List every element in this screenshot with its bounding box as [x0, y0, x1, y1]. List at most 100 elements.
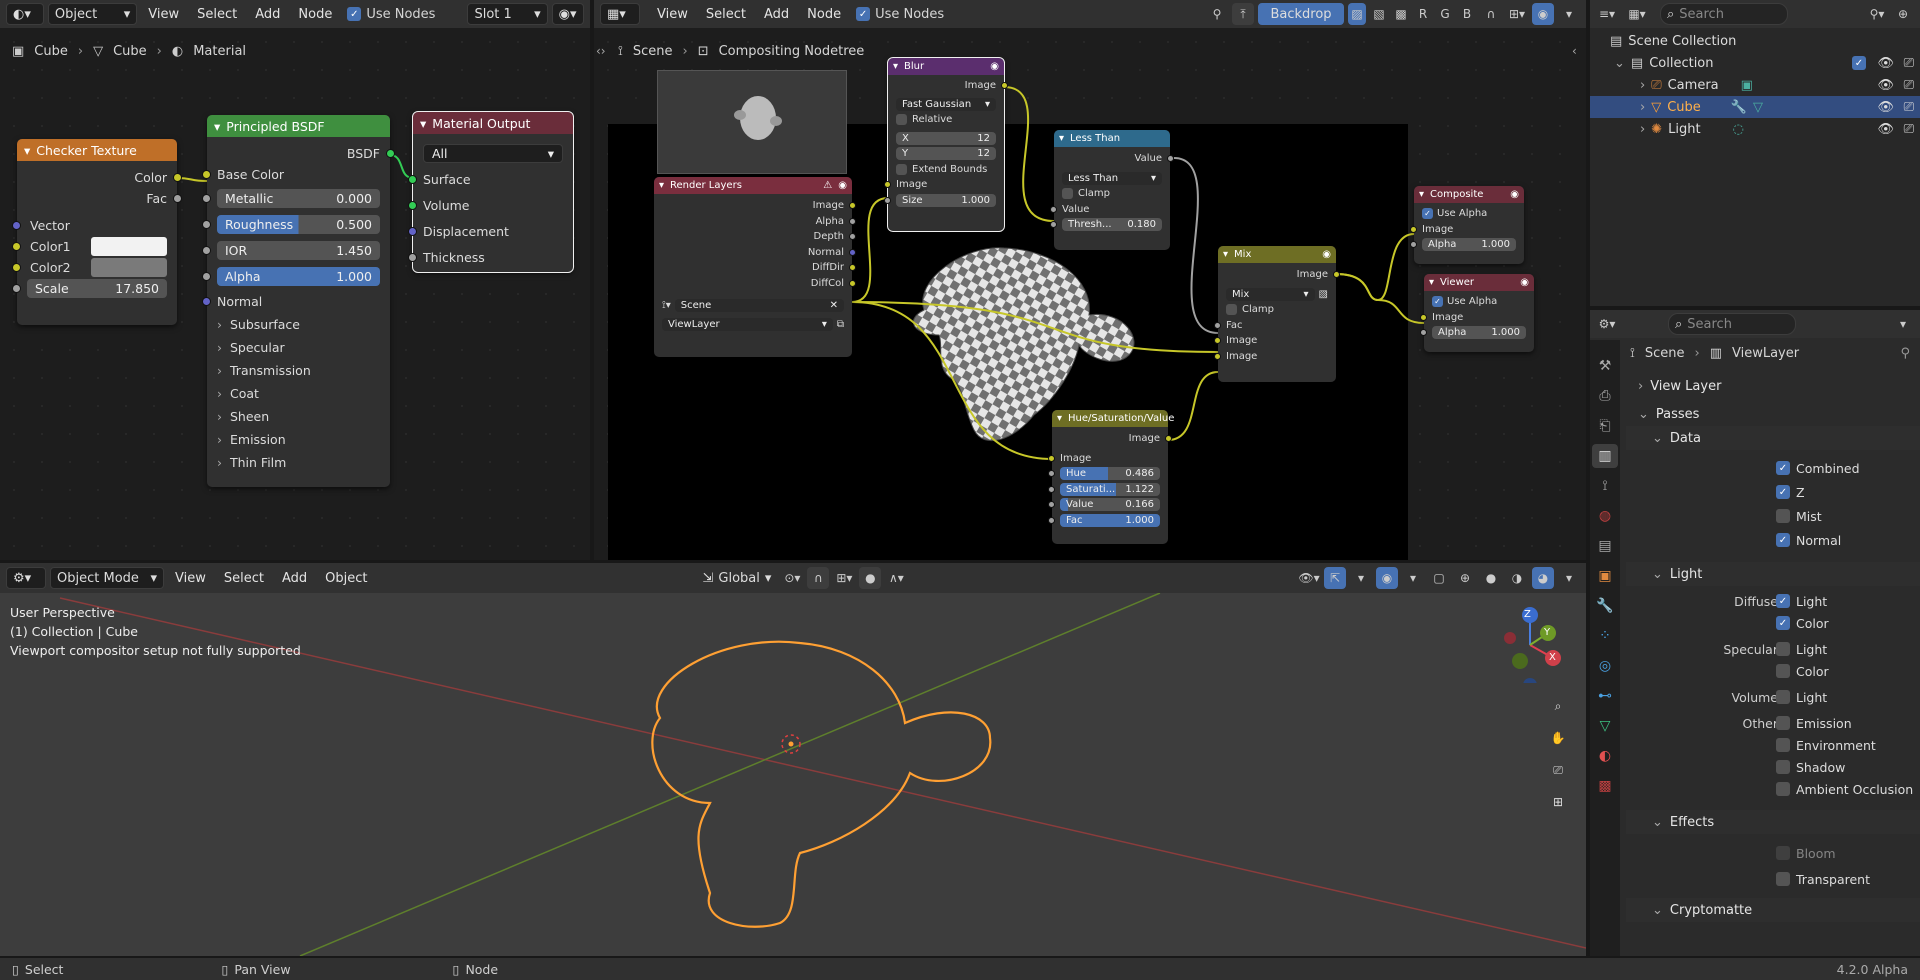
proportional-edit-icon[interactable]: ● [859, 567, 882, 589]
eye-icon[interactable]: 👁 [1877, 122, 1894, 137]
render-tab-icon[interactable]: ⎙ [1592, 384, 1618, 408]
eye-icon[interactable]: 👁 [1877, 78, 1894, 93]
outliner[interactable]: ≡▾ ▦▾ ⌕ Search ⚲▾ ⊕ ▤ Scene Collection ⌄ ▤ C… [1590, 0, 1920, 306]
options-dropdown-icon[interactable]: ▾ [1892, 313, 1914, 335]
extend-bounds-checkbox[interactable]: Extend Bounds [888, 162, 1004, 178]
render-icon[interactable]: ◉ [1322, 249, 1331, 260]
input-socket[interactable] [408, 174, 417, 184]
threshold-field[interactable]: Thresh... 0.180 [1062, 218, 1162, 232]
principled-bsdf-node[interactable]: ▾ Principled BSDF BSDF Base Color Metalli… [202, 115, 395, 487]
metallic-field[interactable]: Metallic 0.000 [217, 188, 380, 208]
output-socket[interactable] [386, 149, 395, 158]
shading-wireframe-icon[interactable]: ⊕ [1454, 567, 1476, 589]
menu-add[interactable]: Add [275, 568, 314, 589]
zoom-icon[interactable]: ⌕ [1545, 693, 1571, 719]
pass-mist-checkbox[interactable]: Mist [1626, 504, 1920, 528]
transparent-checkbox[interactable]: Transparent [1626, 866, 1920, 892]
camera-icon[interactable]: ⎚ [1904, 78, 1914, 93]
shadow-checkbox[interactable]: Shadow [1626, 756, 1920, 778]
input-socket[interactable] [1420, 313, 1427, 321]
falloff-icon[interactable]: ∧▾ [885, 567, 907, 589]
panel-transmission[interactable]: › Transmission [207, 359, 390, 382]
input-socket[interactable] [202, 193, 211, 203]
compositor-editor[interactable]: ▦▾ View Select Add Node ✓ Use Nodes ⚲ ⤒ B… [594, 0, 1586, 560]
output-socket[interactable] [849, 217, 856, 225]
subpanel-effects[interactable]: ⌄ Effects [1626, 810, 1920, 834]
output-socket[interactable] [849, 248, 856, 256]
snap-increment-icon[interactable]: ⊞▾ [833, 567, 855, 589]
blur-node[interactable]: ▾ Blur ◉ Image Fast Gaussian ▾ Relative X 12… [884, 57, 1008, 232]
input-socket[interactable] [202, 245, 211, 255]
ior-field[interactable]: IOR 1.450 [217, 240, 380, 260]
gizmo-dropdown-icon[interactable]: ▾ [1350, 567, 1372, 589]
panel-coat[interactable]: › Coat [207, 382, 390, 405]
panel-passes[interactable]: ⌄ Passes [1626, 402, 1920, 426]
grid-icon[interactable]: ⊞ [1545, 789, 1571, 815]
pan-hand-icon[interactable]: ✋ [1545, 725, 1571, 751]
outliner-scene-collection[interactable]: ▤ Scene Collection [1590, 30, 1920, 52]
subpanel-data[interactable]: ⌄ Data [1626, 426, 1920, 450]
panel-sheen[interactable]: › Sheen [207, 405, 390, 428]
subpanel-cryptomatte[interactable]: ⌄ Cryptomatte [1626, 898, 1920, 922]
render-icon[interactable]: ◉ [1520, 277, 1529, 288]
menu-select[interactable]: Select [217, 568, 271, 589]
shading-material-icon[interactable]: ◑ [1506, 567, 1528, 589]
outliner-item-camera[interactable]: › ⎚ Camera ▣ 👁 ⎚ [1590, 74, 1920, 96]
input-socket[interactable] [1050, 221, 1057, 229]
input-socket[interactable] [1048, 501, 1055, 509]
search-input[interactable]: ⌕ Search [1660, 3, 1788, 25]
relative-checkbox[interactable]: Relative [888, 112, 1004, 128]
emission-checkbox[interactable]: Other Emission [1626, 712, 1920, 734]
overlays-dropdown-icon[interactable]: ▾ [1402, 567, 1424, 589]
blur-size-field[interactable]: Size 1.000 [896, 193, 996, 207]
input-socket[interactable] [202, 296, 211, 306]
shading-dropdown-icon[interactable]: ▾ [1558, 567, 1580, 589]
input-socket[interactable] [1410, 225, 1417, 233]
gizmo-icon[interactable]: ⇱ [1324, 567, 1346, 589]
search-input[interactable]: ⌕ Search [1668, 313, 1796, 335]
input-socket[interactable] [12, 221, 21, 230]
snap-icon[interactable]: ∩ [807, 567, 830, 589]
input-socket[interactable] [1214, 337, 1221, 345]
tool-tab-icon[interactable]: ⚒ [1592, 354, 1618, 378]
specular-light-checkbox[interactable]: Specular Light [1626, 638, 1920, 660]
alpha-field[interactable]: Alpha 1.000 [1432, 326, 1526, 340]
properties-editor[interactable]: ⚙▾ ⌕ Search ▾ ⚒ ⎙ ⎗ ▥ ⟟ ◍ ▤ ▣ 🔧 ⁘ ◎ ⊷ ▽ ◐… [1590, 310, 1920, 956]
shader-editor[interactable]: ◐▾ Object ▾ View Select Add Node ✓ Use Nod… [0, 0, 590, 560]
output-tab-icon[interactable]: ⎗ [1592, 414, 1618, 438]
input-socket[interactable] [12, 242, 21, 251]
editor-type-button[interactable]: ≡▾ [1596, 3, 1618, 25]
texture-tab-icon[interactable]: ▩ [1592, 774, 1618, 798]
alpha-field[interactable]: Alpha 1.000 [217, 266, 380, 286]
operation-select[interactable]: Less Than ▾ [1062, 171, 1162, 185]
input-socket[interactable] [1214, 352, 1221, 360]
panel-emission[interactable]: › Emission [207, 428, 390, 451]
panel-subsurface[interactable]: › Subsurface [207, 313, 390, 336]
blend-mode-select[interactable]: Mix ▾ [1226, 287, 1315, 301]
outliner-item-light[interactable]: › ✺ Light ◌ 👁 ⎚ [1590, 118, 1920, 140]
scene-tab-icon[interactable]: ⟟ [1592, 474, 1618, 498]
output-socket[interactable] [173, 173, 182, 182]
editor-type-button[interactable]: ⚙▾ [6, 567, 46, 589]
output-socket[interactable] [849, 279, 856, 287]
collection-tab-icon[interactable]: ▤ [1592, 534, 1618, 558]
render-icon[interactable]: ◉ [838, 180, 847, 191]
input-socket[interactable] [1048, 516, 1055, 524]
exclude-checkbox[interactable]: ✓ [1852, 56, 1866, 70]
diffuse-light-checkbox[interactable]: Diffuse ✓ Light [1626, 590, 1920, 612]
constraints-tab-icon[interactable]: ⊷ [1592, 684, 1618, 708]
input-socket[interactable] [12, 284, 21, 293]
mix-node[interactable]: ▾ Mix ◉ Image Mix ▾ ▧ Clamp Fac Image Image [1214, 246, 1340, 382]
panel-specular[interactable]: › Specular [207, 336, 390, 359]
pivot-icon[interactable]: ⊙▾ [781, 567, 803, 589]
less-than-node[interactable]: ▾ Less Than Value Less Than ▾ Clamp Value … [1050, 130, 1174, 250]
input-socket[interactable] [884, 196, 891, 204]
copy-icon[interactable]: ⧉ [837, 319, 844, 330]
outliner-collection[interactable]: ⌄ ▤ Collection ✓ 👁 ⎚ [1590, 52, 1920, 74]
eye-icon[interactable]: 👁 [1877, 56, 1894, 71]
blur-y-field[interactable]: Y 12 [896, 147, 996, 161]
pin-icon[interactable]: ⚲ [1900, 346, 1910, 361]
eye-icon[interactable]: 👁 [1877, 100, 1894, 115]
overlays-icon[interactable]: ◉ [1376, 567, 1398, 589]
panel-thin-film[interactable]: › Thin Film [207, 451, 390, 474]
